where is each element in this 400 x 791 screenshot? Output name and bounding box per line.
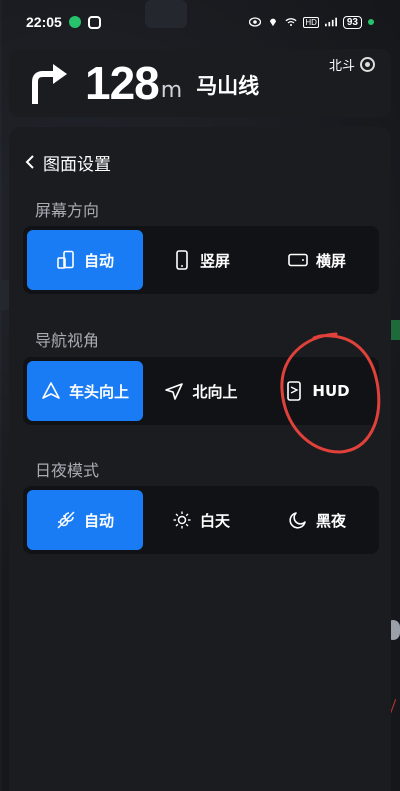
option-label: 车头向上 (68, 382, 129, 401)
north-up-icon (165, 383, 184, 400)
distance-unit: m (160, 77, 183, 103)
option-label: 黑夜 (315, 511, 346, 530)
security-shield-icon (68, 16, 81, 28)
satellite-label: 北斗 (328, 59, 355, 74)
option-label: HUD (312, 382, 350, 400)
navigation-banner: 128 m 马山线 北斗 (9, 49, 391, 117)
app-notification-icon (87, 15, 101, 29)
option-label: 横屏 (315, 251, 346, 270)
day-night-option-night[interactable]: 黑夜 (259, 490, 375, 550)
landscape-icon (288, 253, 308, 267)
auto-daynight-icon (57, 511, 75, 529)
orientation-option-landscape[interactable]: 横屏 (259, 230, 375, 290)
day-night-option-day[interactable]: 白天 (143, 490, 259, 550)
sun-icon (173, 511, 191, 529)
day-night-option-auto[interactable]: 自动 (27, 490, 143, 550)
network-badge: HD (303, 16, 319, 28)
nav-view-option-heading-up[interactable]: 车头向上 (27, 361, 143, 421)
orientation-option-auto[interactable]: 自动 (27, 230, 143, 290)
orientation-option-portrait[interactable]: 竖屏 (143, 230, 259, 290)
option-label: 白天 (199, 511, 230, 530)
section-label-orientation: 屏幕方向 (35, 201, 100, 220)
nav-view-option-hud[interactable]: HUD (259, 361, 375, 421)
option-label: 自动 (83, 511, 114, 530)
nav-view-selector: 车头向上 北向上 HUD (23, 357, 379, 425)
section-label-day-night: 日夜模式 (35, 461, 100, 480)
orientation-selector: 自动 竖屏 横屏 (23, 226, 379, 294)
road-name: 马山线 (196, 74, 260, 98)
option-label: 自动 (83, 251, 114, 270)
auto-rotate-icon (57, 250, 74, 269)
panel-header: 图面设置 (9, 127, 391, 179)
distance-value: 128 (85, 57, 160, 109)
eye-icon (249, 17, 262, 27)
day-night-selector: 自动 白天 黑夜 (23, 486, 379, 554)
section-label-nav-view: 导航视角 (35, 331, 100, 350)
status-time: 22:05 (26, 14, 62, 30)
satellite-icon (360, 57, 375, 72)
turn-right-icon (32, 64, 67, 104)
satellite-status[interactable]: 北斗 (329, 55, 375, 74)
battery-level: 93 (342, 15, 362, 29)
signal-icon (324, 17, 337, 27)
nav-view-option-north-up[interactable]: 北向上 (143, 361, 259, 421)
back-chevron-icon[interactable] (23, 154, 37, 170)
option-label: 竖屏 (199, 251, 230, 270)
panel-title: 图面设置 (43, 154, 111, 175)
moon-icon (289, 512, 306, 529)
privacy-indicator-icon (368, 19, 374, 25)
location-icon (270, 18, 277, 27)
display-settings-panel: 图面设置 屏幕方向 自动 竖屏 横屏 导航视角 车头向上 北向上 HUD 日夜模… (9, 127, 391, 791)
hud-icon (287, 381, 302, 401)
heading-up-icon (42, 382, 60, 399)
status-bar: 22:05 HD 93 (0, 0, 400, 44)
wifi-icon (285, 18, 297, 27)
portrait-icon (176, 250, 188, 270)
option-label: 北向上 (192, 382, 238, 401)
